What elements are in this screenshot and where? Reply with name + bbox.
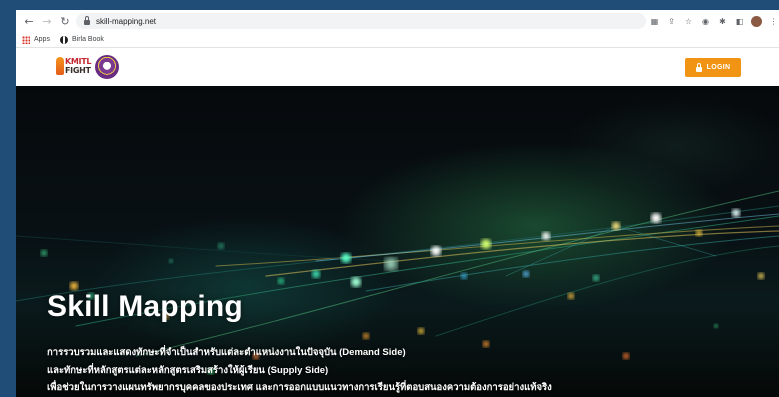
bookmarks-bar: Apps Birla Book xyxy=(16,32,779,48)
hero-banner: Skill Mapping การรวบรวมและแสดงทักษะที่จำ… xyxy=(16,86,779,397)
apps-grid-icon[interactable] xyxy=(22,35,30,44)
browser-window: ← → ↻ skill-mapping.net ▦ ⇪ ☆ ◉ ✱ ◧ ⋮ Ap… xyxy=(16,10,779,397)
toolbar-icons: ▦ ⇪ ☆ ◉ ✱ ◧ ⋮ xyxy=(646,10,779,32)
bookmark-star-icon[interactable]: ☆ xyxy=(680,12,697,30)
address-bar[interactable]: skill-mapping.net xyxy=(76,13,646,29)
globe-icon[interactable] xyxy=(59,35,68,44)
extensions-icon[interactable]: ✱ xyxy=(714,12,731,30)
menu-icon[interactable]: ⋮ xyxy=(765,12,779,30)
site-header: KMITL FIGHT LOGIN xyxy=(16,49,779,86)
light-streaks xyxy=(16,190,779,357)
flame-icon xyxy=(56,57,64,75)
reload-icon[interactable]: ↻ xyxy=(56,12,74,30)
back-icon[interactable]: ← xyxy=(20,12,38,30)
logo-line1: KMITL xyxy=(65,57,92,66)
logo-line2: FIGHT xyxy=(65,66,91,75)
bookmark-birla-book[interactable]: Birla Book xyxy=(72,36,104,43)
login-button[interactable]: LOGIN xyxy=(685,58,741,77)
sidepanel-icon[interactable]: ◧ xyxy=(731,12,748,30)
lock-icon xyxy=(695,62,702,72)
translate-icon[interactable]: ▦ xyxy=(646,12,663,30)
lock-icon xyxy=(84,16,90,25)
hero-description-line: เพื่อช่วยในการวางแผนทรัพยากรบุคคลของประเ… xyxy=(47,382,552,393)
profile-avatar[interactable] xyxy=(748,12,765,30)
university-seal-icon xyxy=(95,55,119,79)
share-icon[interactable]: ⇪ xyxy=(663,12,680,30)
hero-description-line: การรวบรวมและแสดงทักษะที่จำเป็นสำหรับแต่ล… xyxy=(47,347,406,358)
avatar xyxy=(751,15,762,27)
hero-title: Skill Mapping xyxy=(47,290,243,323)
url-text: skill-mapping.net xyxy=(96,16,157,26)
camera-icon[interactable]: ◉ xyxy=(697,12,714,30)
bookmark-apps[interactable]: Apps xyxy=(34,36,50,43)
forward-icon[interactable]: → xyxy=(38,12,56,30)
browser-toolbar: ← → ↻ skill-mapping.net ▦ ⇪ ☆ ◉ ✱ ◧ ⋮ xyxy=(16,10,779,32)
logo-wordmark[interactable]: KMITL FIGHT xyxy=(65,57,92,75)
login-label: LOGIN xyxy=(706,64,731,71)
hero-description-line: และทักษะที่หลักสูตรแต่ละหลักสูตรเสริมสร้… xyxy=(47,365,329,376)
